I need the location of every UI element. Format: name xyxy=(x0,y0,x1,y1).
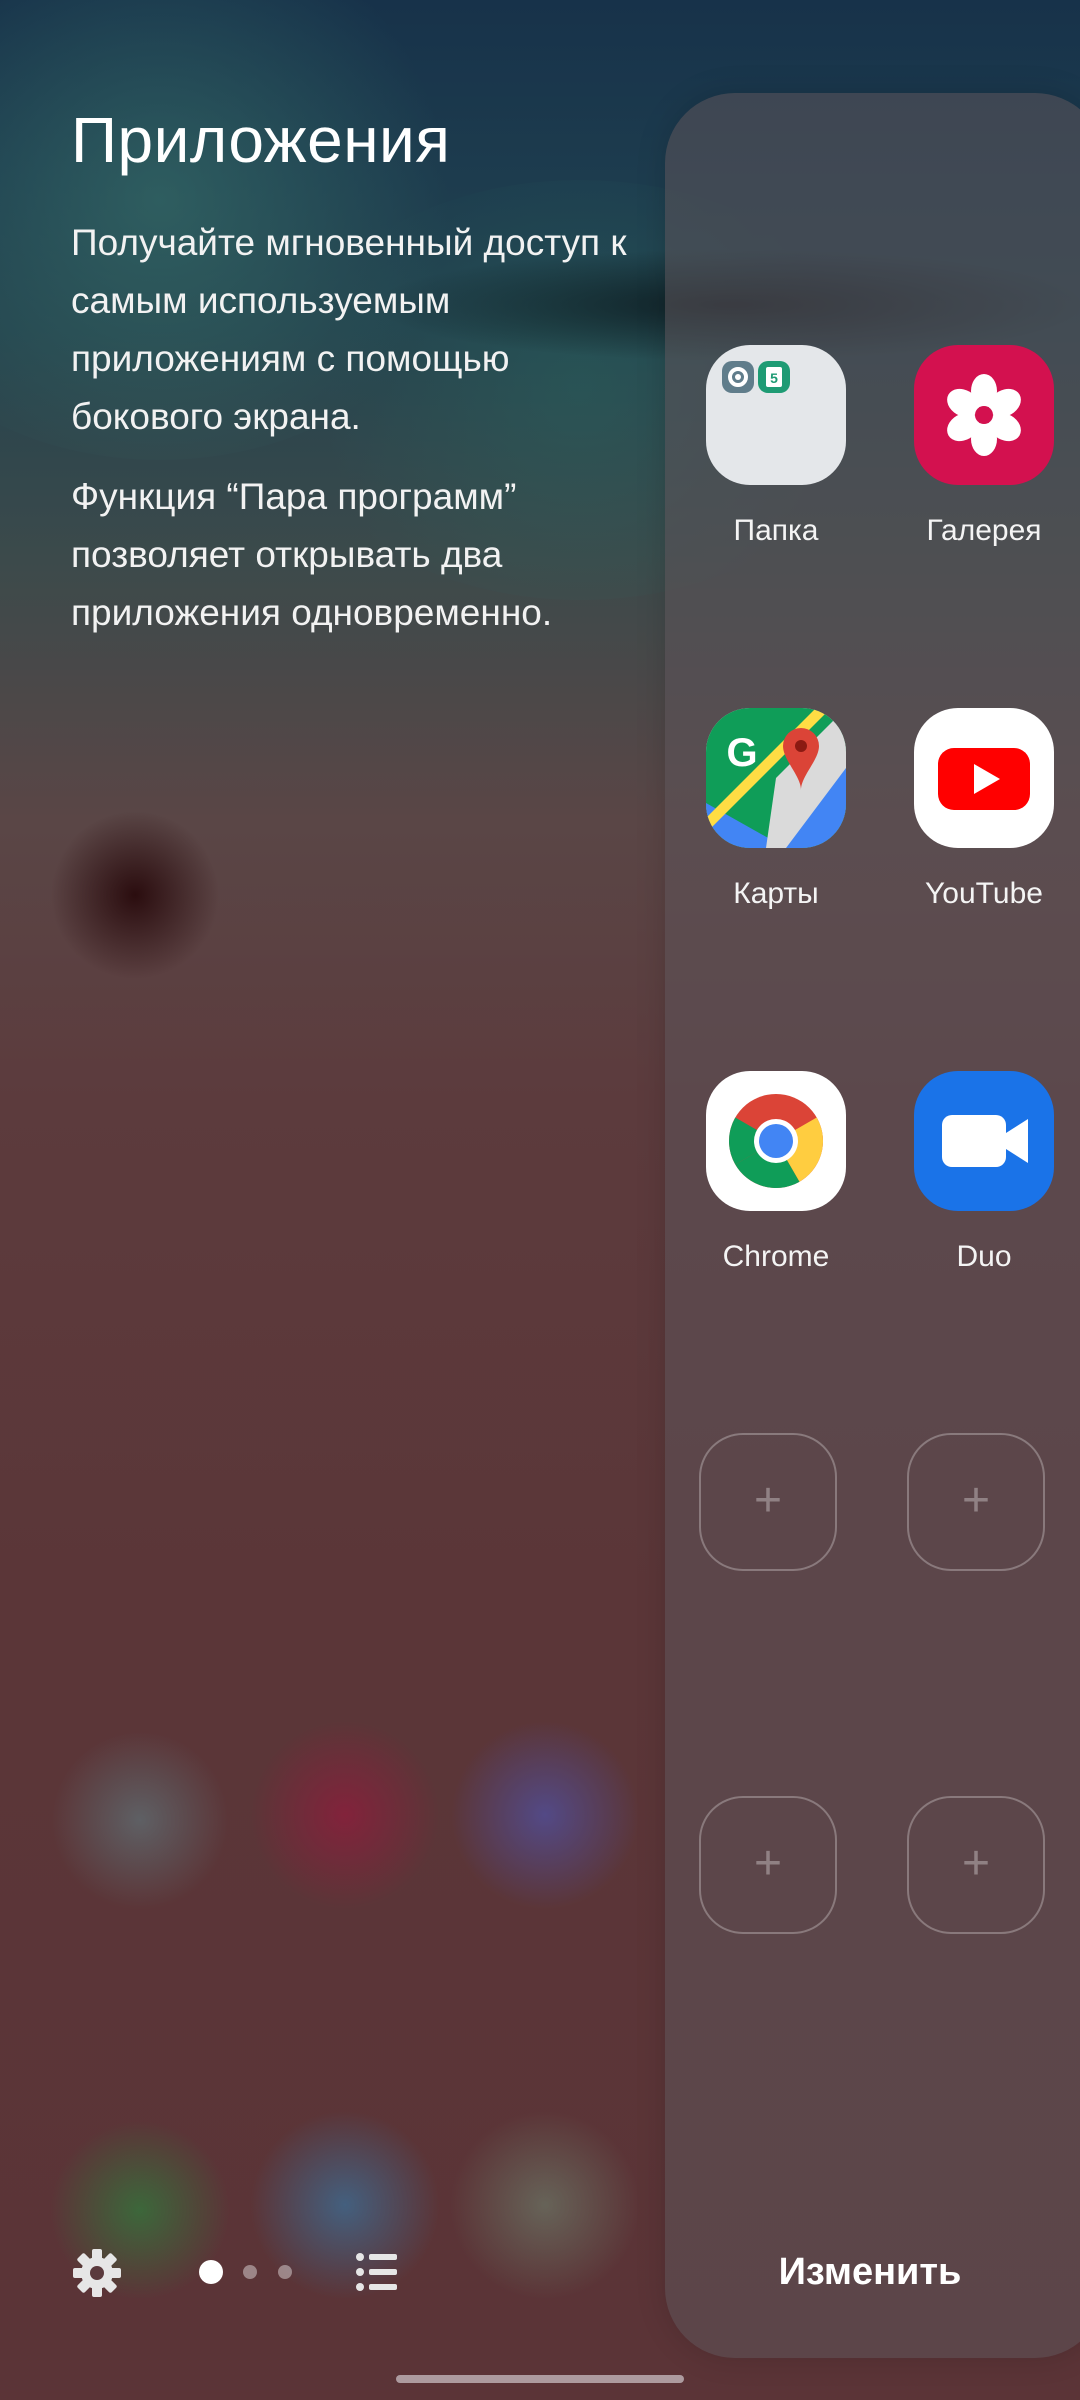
page-dot-active xyxy=(199,2260,223,2284)
bottom-bar: Изменить xyxy=(0,2230,1080,2310)
empty-slot-add[interactable]: + xyxy=(699,1796,837,1934)
app-label-duo: Duo xyxy=(956,1240,1012,1273)
page-dot xyxy=(277,2265,292,2279)
app-label-maps: Карты xyxy=(733,877,819,910)
app-maps[interactable]: G Карты xyxy=(671,708,881,912)
folder-icon: 5 xyxy=(706,345,846,485)
list-icon[interactable] xyxy=(355,2250,399,2294)
app-chrome[interactable]: Chrome xyxy=(671,1071,881,1275)
svg-text:G: G xyxy=(726,731,757,775)
info-description: Получайте мгновенный доступ к самым испо… xyxy=(71,222,627,437)
edge-panel: 5 Папка Галерея G Карты YouTube Chrome D… xyxy=(665,93,1080,2358)
screen: Приложения Получайте мгновенный доступ к… xyxy=(0,0,1080,2400)
page-dot xyxy=(243,2265,258,2279)
youtube-icon xyxy=(914,708,1054,848)
duo-icon xyxy=(914,1071,1054,1211)
empty-slot-add[interactable]: + xyxy=(699,1433,837,1571)
empty-slot-add[interactable]: + xyxy=(907,1433,1045,1571)
app-folder[interactable]: 5 Папка xyxy=(671,345,881,549)
gear-icon[interactable] xyxy=(72,2248,122,2298)
app-youtube[interactable]: YouTube xyxy=(879,708,1080,912)
app-gallery[interactable]: Галерея xyxy=(879,345,1080,549)
empty-slot-add[interactable]: + xyxy=(907,1796,1045,1934)
app-label-chrome: Chrome xyxy=(722,1240,830,1273)
maps-icon: G xyxy=(706,708,846,848)
chrome-icon xyxy=(706,1071,846,1211)
page-title: Приложения xyxy=(71,104,451,176)
info-pair-description: Функция “Пара программ” позволяет открыв… xyxy=(71,476,553,633)
app-label-gallery: Галерея xyxy=(926,514,1042,547)
app-duo[interactable]: Duo xyxy=(879,1071,1080,1275)
navigation-handle[interactable] xyxy=(396,2375,684,2383)
edit-button[interactable]: Изменить xyxy=(760,2244,980,2300)
info-section: Приложения Получайте мгновенный доступ к… xyxy=(71,100,631,664)
folder-badge: 5 xyxy=(770,370,778,386)
page-indicator xyxy=(199,2260,308,2284)
app-label-folder: Папка xyxy=(733,514,819,547)
app-label-youtube: YouTube xyxy=(925,877,1043,910)
gallery-icon xyxy=(914,345,1054,485)
